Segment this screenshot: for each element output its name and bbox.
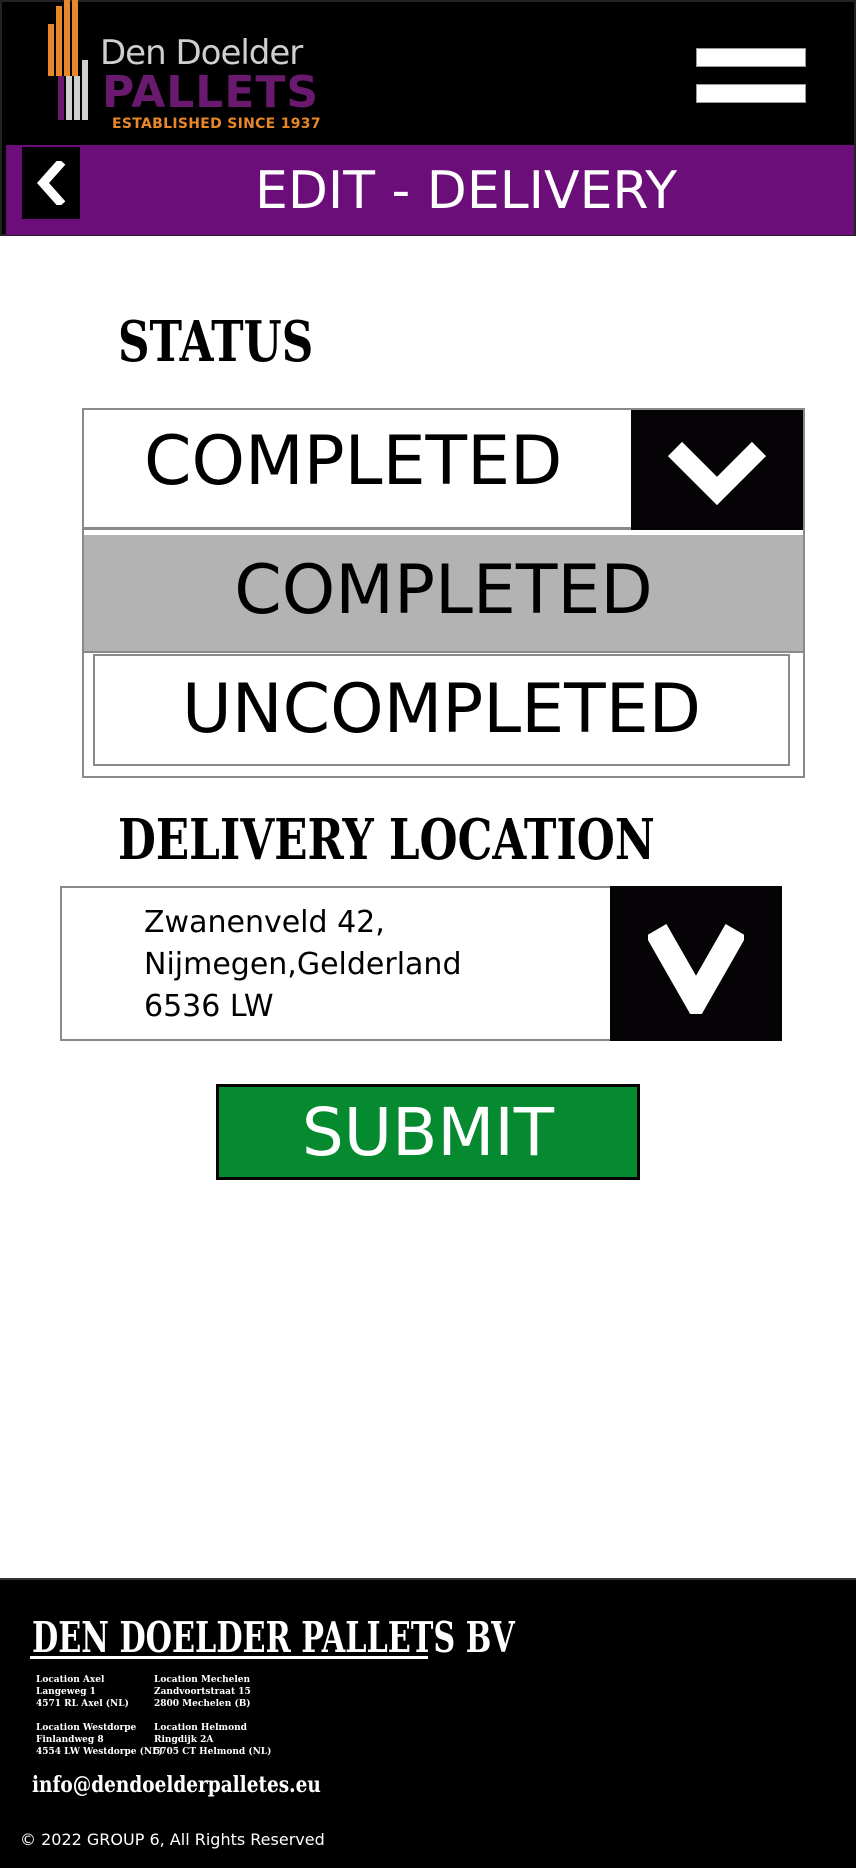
delivery-location-select[interactable]: Zwanenveld 42, Nijmegen,Gelderland 6536 …: [60, 886, 782, 1041]
location-street: Finlandweg 8: [36, 1735, 104, 1745]
footer-location-mechelen: Location Mechelen Zandvoortstraat 15 280…: [154, 1674, 251, 1710]
chevron-left-icon: [36, 161, 66, 205]
location-line: Nijmegen,Gelderland: [144, 947, 462, 982]
footer-location-axel: Location Axel Langeweg 1 4571 RL Axel (N…: [36, 1674, 129, 1710]
footer-divider: [30, 1656, 428, 1659]
company-logo[interactable]: Den Doelder PALLETS ESTABLISHED SINCE 19…: [48, 0, 321, 132]
logo-bars-icon: [48, 0, 96, 120]
submit-button[interactable]: SUBMIT: [216, 1084, 640, 1180]
footer-company-name: DEN DOELDER PALLETS BV: [32, 1613, 515, 1662]
logo-established: ESTABLISHED SINCE 1937: [112, 116, 321, 132]
location-city: 2800 Mechelen (B): [154, 1699, 251, 1709]
location-title: Location Westdorpe: [36, 1723, 137, 1733]
location-line: 6536 LW: [144, 989, 274, 1024]
header: Den Doelder PALLETS ESTABLISHED SINCE 19…: [0, 0, 856, 236]
page-title: EDIT - DELIVERY: [254, 161, 678, 221]
chevron-down-icon: [648, 923, 744, 1014]
location-city: 4554 LW Westdorpe (NL): [36, 1747, 163, 1757]
status-option-completed[interactable]: COMPLETED: [84, 535, 803, 653]
footer-copyright: © 2022 GROUP 6, All Rights Reserved: [20, 1830, 325, 1849]
location-street: Ringdijk 2A: [154, 1735, 214, 1745]
location-title: Location Helmond: [154, 1723, 247, 1733]
hamburger-menu-icon[interactable]: [696, 46, 808, 106]
status-select[interactable]: COMPLETED: [84, 410, 803, 530]
footer-email-link[interactable]: info@dendoelderpalletes.eu: [32, 1772, 321, 1798]
status-dropdown[interactable]: COMPLETED COMPLETED UNCOMPLETED: [82, 408, 805, 778]
location-city: 4571 RL Axel (NL): [36, 1699, 129, 1709]
delivery-location-value: Zwanenveld 42, Nijmegen,Gelderland 6536 …: [144, 902, 462, 1028]
location-line: Zwanenveld 42,: [144, 905, 385, 940]
delivery-location-heading: DELIVERY LOCATION: [118, 807, 655, 873]
status-heading: STATUS: [118, 309, 314, 375]
chevron-down-icon: [667, 441, 767, 505]
status-option-uncompleted[interactable]: UNCOMPLETED: [93, 654, 790, 766]
location-street: Langeweg 1: [36, 1687, 96, 1697]
logo-pallets: PALLETS: [102, 67, 320, 118]
footer-location-westdorpe: Location Westdorpe Finlandweg 8 4554 LW …: [36, 1722, 163, 1758]
location-city: 5705 CT Helmond (NL): [154, 1747, 272, 1757]
location-dropdown-toggle[interactable]: [610, 886, 782, 1041]
status-selected-value: COMPLETED: [144, 422, 563, 501]
back-button[interactable]: [22, 147, 80, 219]
footer: DEN DOELDER PALLETS BV Location Axel Lan…: [0, 1578, 856, 1868]
location-street: Zandvoortstraat 15: [154, 1687, 251, 1697]
title-bar: EDIT - DELIVERY: [6, 145, 854, 235]
status-dropdown-toggle[interactable]: [631, 410, 803, 530]
footer-location-helmond: Location Helmond Ringdijk 2A 5705 CT Hel…: [154, 1722, 271, 1758]
location-title: Location Mechelen: [154, 1675, 251, 1685]
location-title: Location Axel: [36, 1675, 105, 1685]
